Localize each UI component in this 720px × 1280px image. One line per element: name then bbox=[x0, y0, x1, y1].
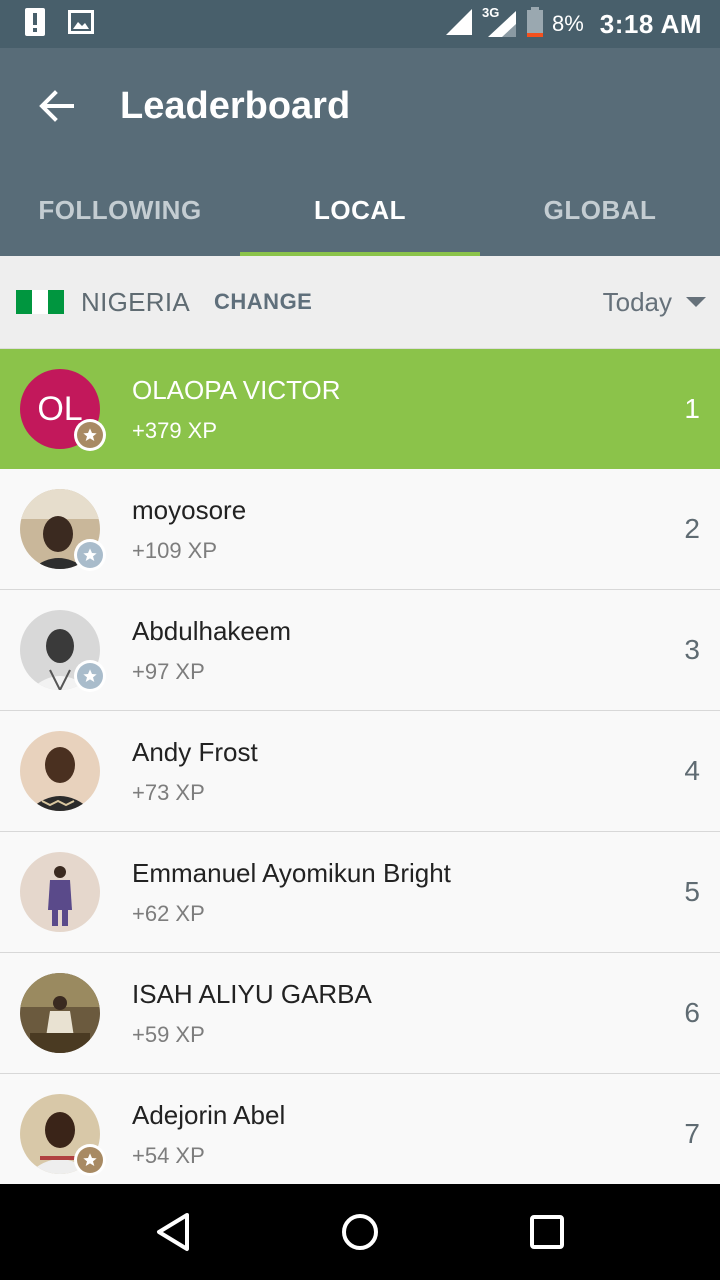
star-badge-icon bbox=[74, 660, 106, 692]
star-badge-icon bbox=[74, 539, 106, 571]
user-xp: +379 XP bbox=[132, 417, 218, 443]
tab-following[interactable]: FOLLOWING bbox=[0, 164, 240, 256]
leaderboard-row[interactable]: moyosore +109 XP 2 bbox=[0, 469, 720, 590]
user-name: ISAH ALIYU GARBA bbox=[132, 978, 372, 1009]
leaderboard-row[interactable]: Adejorin Abel +54 XP 7 bbox=[0, 1074, 720, 1184]
avatar bbox=[20, 973, 100, 1053]
clock: 3:18 AM bbox=[599, 8, 702, 39]
battery-percent: 8% bbox=[551, 11, 584, 36]
circle-home-icon bbox=[341, 1214, 378, 1250]
user-name: OLAOPA VICTOR bbox=[132, 374, 341, 405]
battery-icon bbox=[526, 6, 544, 42]
user-rank: 6 bbox=[684, 997, 700, 1028]
image-notification-icon bbox=[68, 9, 94, 39]
arrow-back-icon bbox=[39, 90, 74, 122]
user-rank: 5 bbox=[684, 876, 700, 907]
network-3g-signal-icon: 3G bbox=[482, 5, 518, 39]
user-rank: 1 bbox=[684, 393, 700, 424]
user-rank: 4 bbox=[684, 755, 700, 786]
avatar bbox=[20, 852, 100, 932]
user-xp: +97 XP bbox=[132, 658, 205, 684]
period-label: Today bbox=[602, 286, 672, 317]
square-recents-icon bbox=[529, 1215, 564, 1249]
tab-bar: FOLLOWING LOCAL GLOBAL bbox=[0, 164, 720, 256]
dropdown-arrow-icon bbox=[686, 297, 706, 307]
user-xp: +54 XP bbox=[132, 1142, 205, 1168]
leaderboard-row[interactable]: Andy Frost +73 XP 4 bbox=[0, 711, 720, 832]
leaderboard-row[interactable]: Emmanuel Ayomikun Bright +62 XP 5 bbox=[0, 832, 720, 953]
user-name: Adejorin Abel bbox=[132, 1099, 286, 1130]
triangle-back-icon bbox=[157, 1213, 190, 1251]
user-name: Emmanuel Ayomikun Bright bbox=[132, 857, 451, 888]
user-rank: 2 bbox=[684, 513, 700, 544]
user-rank: 7 bbox=[684, 1118, 700, 1149]
system-navigation-bar bbox=[0, 1184, 720, 1280]
status-bar: 3G 8% 3:18 AM bbox=[0, 0, 720, 48]
user-name: Andy Frost bbox=[132, 736, 258, 767]
user-xp: +73 XP bbox=[132, 779, 205, 805]
period-dropdown[interactable]: Today bbox=[603, 287, 720, 318]
alert-notification-icon bbox=[24, 7, 46, 42]
star-badge-icon bbox=[74, 419, 106, 451]
leaderboard-list: OL OLAOPA VICTOR +379 XP 1 moyosore +109… bbox=[0, 349, 720, 1184]
nav-recents-button[interactable] bbox=[507, 1192, 587, 1272]
nigeria-flag-icon bbox=[16, 290, 64, 314]
nav-back-button[interactable] bbox=[133, 1192, 213, 1272]
avatar bbox=[20, 731, 100, 811]
country-label: NIGERIA bbox=[81, 286, 191, 317]
nav-home-button[interactable] bbox=[320, 1192, 400, 1272]
filter-bar: NIGERIA CHANGE Today bbox=[0, 256, 720, 349]
user-name: Abdulhakeem bbox=[132, 615, 291, 646]
tab-global[interactable]: GLOBAL bbox=[480, 164, 720, 256]
tab-local[interactable]: LOCAL bbox=[240, 164, 480, 256]
network-type-label: 3G bbox=[481, 5, 500, 20]
user-xp: +109 XP bbox=[132, 537, 218, 563]
user-xp: +62 XP bbox=[132, 900, 205, 926]
leaderboard-row[interactable]: OL OLAOPA VICTOR +379 XP 1 bbox=[0, 349, 720, 469]
app-bar: Leaderboard FOLLOWING LOCAL GLOBAL bbox=[0, 48, 720, 256]
change-country-button[interactable]: CHANGE bbox=[214, 289, 312, 315]
user-rank: 3 bbox=[684, 634, 700, 665]
page-title: Leaderboard bbox=[120, 84, 351, 127]
star-badge-icon bbox=[74, 1144, 106, 1176]
leaderboard-row[interactable]: Abdulhakeem +97 XP 3 bbox=[0, 590, 720, 711]
back-button[interactable] bbox=[0, 48, 112, 164]
user-name: moyosore bbox=[132, 494, 247, 525]
user-xp: +59 XP bbox=[132, 1021, 205, 1047]
signal-icon bbox=[444, 7, 474, 42]
leaderboard-row[interactable]: ISAH ALIYU GARBA +59 XP 6 bbox=[0, 953, 720, 1074]
